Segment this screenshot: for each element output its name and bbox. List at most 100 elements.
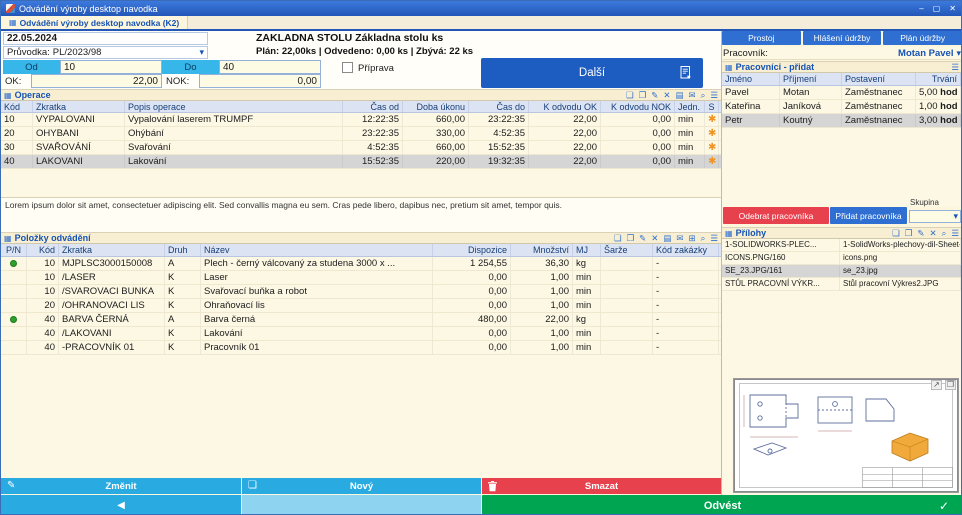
change-button[interactable]: ✎ Změnit — [1, 478, 241, 494]
polozky-row[interactable]: 10/SVAROVACI BUNKAKSvařovací buňka a rob… — [1, 285, 721, 299]
nav-back-button[interactable]: ◀ — [1, 495, 241, 515]
pruvodka-field[interactable]: Průvodka: PL/2023/98 ▾ — [3, 46, 208, 59]
menu-icon[interactable]: ☰ — [951, 229, 959, 238]
column-header[interactable]: K odvodu NOK — [601, 101, 675, 112]
column-header[interactable]: K odvodu OK — [529, 101, 601, 112]
polozky-row[interactable]: 20/OHRANOVACI LISKOhraňovací lis0,001,00… — [1, 299, 721, 313]
column-header[interactable]: P/N — [1, 244, 27, 256]
copy-icon[interactable]: ❐ — [905, 229, 913, 238]
copy-icon[interactable]: ❐ — [626, 234, 634, 243]
tab-odvadeni-vyroby[interactable]: ▦ Odvádění výroby desktop navodka (K2) — [1, 16, 188, 29]
column-header[interactable]: Kód — [1, 101, 33, 112]
column-header[interactable]: Dispozice — [433, 244, 511, 256]
operace-row[interactable]: 30SVAŘOVÁNÍSvařování4:52:35660,0015:52:3… — [1, 141, 721, 155]
menu-icon[interactable]: ☰ — [951, 63, 959, 72]
fullscreen-icon[interactable]: ❐ — [945, 380, 956, 390]
column-header[interactable]: Popis operace — [125, 101, 343, 112]
prostoj-button[interactable]: Prostoj — [722, 31, 801, 45]
column-header[interactable]: Zkratka — [33, 101, 125, 112]
column-header[interactable]: S — [705, 101, 719, 112]
new-icon[interactable]: ❏ — [626, 91, 634, 100]
column-header[interactable]: Kód zakázky — [653, 244, 719, 256]
cell-jedn: min — [675, 113, 705, 126]
column-header[interactable]: Doba úkonu — [403, 101, 469, 112]
zoom-icon[interactable]: ⌕ — [942, 229, 947, 238]
add-worker-button[interactable]: Přidat pracovníka — [830, 207, 907, 224]
do-input[interactable] — [219, 60, 321, 74]
dalsi-button[interactable]: Další — [481, 58, 703, 88]
grid-icon[interactable]: ⊞ — [688, 234, 695, 243]
trvani-unit: hod — [940, 101, 957, 112]
column-header[interactable]: Zkratka — [59, 244, 165, 256]
column-header[interactable]: Druh — [165, 244, 201, 256]
operace-row[interactable]: 20OHYBANIOhýbání23:22:35330,004:52:3522,… — [1, 127, 721, 141]
delete-button[interactable]: Smazat — [482, 478, 721, 494]
group-select[interactable]: ▾ — [909, 210, 961, 223]
column-header[interactable]: Čas do — [469, 101, 529, 112]
attachment-row[interactable]: STŮL PRACOVNÍ VÝKR...Stůl pracovní Výkre… — [722, 278, 962, 291]
pracovnik-row[interactable]: PavelMotanZaměstnanec5,00 hod — [722, 86, 962, 100]
maintenance-report-button[interactable]: Hlášení údržby — [803, 31, 882, 45]
cell-kod: 40 — [1, 155, 33, 168]
polozky-row[interactable]: 10/LASERKLaser0,001,00min- — [1, 271, 721, 285]
print-icon[interactable]: ▤ — [663, 234, 671, 243]
edit-icon[interactable]: ✎ — [917, 229, 924, 238]
worker-select[interactable]: Motan Pavel ▾ — [898, 48, 961, 59]
delete-icon[interactable]: ✕ — [929, 229, 936, 238]
operace-row[interactable]: 40LAKOVANILakování15:52:35220,0019:32:35… — [1, 155, 721, 169]
edit-icon[interactable]: ✎ — [651, 91, 658, 100]
cell-doba: 220,00 — [403, 155, 469, 168]
delete-icon[interactable]: ✕ — [651, 234, 658, 243]
priprava-checkbox[interactable] — [342, 62, 353, 73]
zoom-icon[interactable]: ⌕ — [701, 234, 706, 243]
new-icon[interactable]: ❏ — [614, 234, 622, 243]
attachment-row[interactable]: SE_23.JPG/161se_23.jpg — [722, 265, 962, 278]
polozky-row[interactable]: 40-PRACOVNÍK 01KPracovník 010,001,00min- — [1, 341, 721, 355]
open-external-icon[interactable]: ↗ — [931, 380, 942, 390]
attachment-row[interactable]: 1-SOLIDWORKS-PLEC...1-SolidWorks-plechov… — [722, 239, 962, 252]
chevron-down-icon: ▾ — [953, 212, 958, 221]
column-header[interactable]: Čas od — [343, 101, 403, 112]
tab-bar: ▦ Odvádění výroby desktop navodka (K2) — [1, 16, 961, 31]
column-header[interactable]: MJ — [573, 244, 601, 256]
new-icon[interactable]: ❏ — [892, 229, 900, 238]
chevron-down-icon[interactable]: ▾ — [199, 48, 204, 57]
export-icon[interactable]: ✉ — [688, 91, 695, 100]
new-button[interactable]: ❏ Nový — [242, 478, 481, 494]
zoom-icon[interactable]: ⌕ — [701, 91, 706, 100]
column-header[interactable]: Příjmení — [780, 73, 842, 85]
polozky-row[interactable]: 40BARVA ČERNÁABarva černá480,0022,00kg- — [1, 313, 721, 327]
column-header[interactable]: Trvání — [916, 73, 961, 85]
cell-druh: A — [165, 257, 201, 270]
polozky-row[interactable]: 10MJPLSC3000150008APlech - černý válcova… — [1, 257, 721, 271]
pracovnik-row[interactable]: PetrKoutnýZaměstnanec3,00 hod — [722, 114, 962, 128]
column-header[interactable]: Postavení — [842, 73, 916, 85]
menu-icon[interactable]: ☰ — [710, 91, 718, 100]
maximize-icon[interactable]: ▢ — [933, 1, 941, 16]
close-icon[interactable]: ✕ — [949, 1, 956, 16]
column-header[interactable]: Název — [201, 244, 433, 256]
nok-input[interactable] — [199, 74, 321, 88]
od-input[interactable] — [60, 60, 162, 74]
column-header[interactable]: Kód — [27, 244, 59, 256]
attachment-row[interactable]: ICONS.PNG/160icons.png — [722, 252, 962, 265]
copy-icon[interactable]: ❐ — [639, 91, 647, 100]
column-header[interactable]: Množství — [511, 244, 573, 256]
menu-icon[interactable]: ☰ — [710, 234, 718, 243]
column-header[interactable]: Jméno — [722, 73, 780, 85]
column-header[interactable]: Šarže — [601, 244, 653, 256]
print-icon[interactable]: ▤ — [675, 91, 683, 100]
polozky-row[interactable]: 40/LAKOVANIKLakování0,001,00min- — [1, 327, 721, 341]
submit-button[interactable]: Odvést ✓ — [482, 495, 962, 515]
edit-icon[interactable]: ✎ — [639, 234, 646, 243]
column-header[interactable]: Jedn. — [675, 101, 705, 112]
date-field[interactable]: 22.05.2024 — [3, 32, 208, 45]
delete-icon[interactable]: ✕ — [663, 91, 670, 100]
export-icon[interactable]: ✉ — [676, 234, 683, 243]
maintenance-plan-button[interactable]: Plán údržby — [883, 31, 962, 45]
ok-input[interactable] — [31, 74, 162, 88]
minimize-icon[interactable]: – — [919, 1, 923, 16]
pracovnik-row[interactable]: KateřinaJaníkováZaměstnanec1,00 hod — [722, 100, 962, 114]
remove-worker-button[interactable]: Odebrat pracovníka — [723, 207, 829, 224]
operace-row[interactable]: 10VYPALOVANIVypalování laserem TRUMPF12:… — [1, 113, 721, 127]
